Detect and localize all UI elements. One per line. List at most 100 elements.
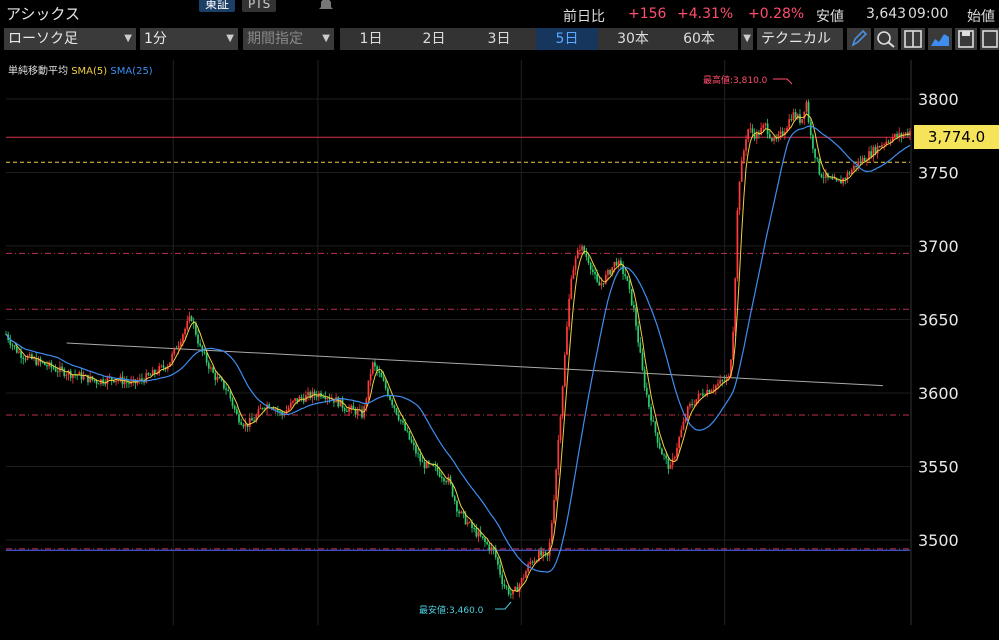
candle-body	[667, 458, 670, 469]
y-tick-label: 3500	[918, 531, 959, 550]
candle-body	[779, 131, 782, 135]
candle-body	[391, 399, 394, 406]
range-more-button[interactable]: ▼	[741, 28, 753, 50]
candle-body	[591, 269, 594, 272]
candle-body	[820, 174, 823, 178]
chart-type-select[interactable]: ローソク足 ▼	[4, 28, 136, 50]
split-window-icon[interactable]	[901, 28, 925, 50]
layout-icon[interactable]	[980, 28, 999, 50]
candle-body	[177, 345, 180, 350]
candle-body	[203, 351, 206, 353]
stock-name: アシックス	[6, 5, 80, 23]
candle-body	[477, 531, 480, 537]
candle-body	[218, 376, 221, 379]
candle-body	[740, 160, 743, 182]
candle-body	[251, 418, 253, 421]
indicator-legend: 単純移動平均 SMA(5) SMA(25)	[8, 62, 153, 77]
save-icon[interactable]	[955, 28, 977, 50]
candle-body	[147, 373, 150, 375]
candle-body	[393, 405, 396, 409]
interval-select[interactable]: 1分 ▼	[140, 28, 238, 50]
candle-body	[632, 305, 635, 308]
candle-body	[764, 123, 767, 126]
range-60bars[interactable]: 60本	[666, 28, 732, 50]
candle-body	[755, 132, 758, 139]
candle-body	[378, 371, 381, 373]
candle-body	[816, 157, 819, 159]
candle-body	[22, 357, 25, 359]
price-chart[interactable]: 3500 3550 3600 3650 3700 3750 3800 最高値:3,810.0 最…	[0, 53, 999, 636]
range-5d[interactable]: 5日	[536, 28, 598, 50]
candle-body	[566, 326, 568, 355]
candle-body	[248, 418, 251, 427]
candle-body	[443, 478, 445, 482]
candle-body	[883, 144, 885, 146]
candle-body	[233, 405, 236, 410]
candle-body	[531, 561, 534, 563]
candle-body	[643, 369, 646, 388]
current-price-tag: 3,774.0	[914, 125, 999, 149]
chevron-down-icon: ▼	[226, 33, 234, 44]
candle-body	[212, 367, 214, 373]
candle-body	[52, 367, 55, 369]
candle-body	[240, 422, 243, 425]
candle-body	[648, 394, 650, 407]
candle-body	[615, 261, 618, 266]
candle-body	[747, 129, 750, 140]
y-tick-label: 3700	[918, 237, 959, 256]
candle-body	[28, 354, 31, 357]
candle-body	[574, 258, 577, 270]
candle-body	[680, 429, 683, 438]
candle-body	[473, 527, 476, 529]
pencil-icon[interactable]	[847, 28, 871, 50]
candle-body	[352, 405, 355, 409]
candle-body	[581, 246, 583, 250]
candle-body	[402, 420, 404, 423]
candle-body	[613, 261, 616, 268]
candle-body	[630, 288, 633, 306]
zoom-icon[interactable]	[874, 28, 898, 50]
candle-body	[423, 461, 426, 469]
period-select[interactable]: 期間指定 ▼	[243, 28, 334, 50]
candle-body	[13, 345, 16, 347]
candle-body	[408, 431, 411, 440]
candle-body	[486, 542, 488, 545]
candle-body	[822, 177, 825, 178]
candle-body	[870, 151, 873, 157]
candle-body	[833, 178, 836, 180]
candle-body	[188, 316, 191, 322]
candle-body	[46, 365, 48, 367]
candle-body	[503, 584, 506, 587]
bell-icon[interactable]	[317, 0, 335, 12]
candle-body	[624, 274, 627, 276]
candle-body	[790, 119, 793, 121]
candle-body	[814, 148, 816, 158]
candle-body	[781, 131, 784, 136]
candle-body	[863, 157, 866, 162]
chart-canvas[interactable]: 3500 3550 3600 3650 3700 3750 3800 最高値:3,810.0 最…	[0, 53, 999, 636]
area-chart-icon[interactable]	[928, 28, 952, 50]
candle-body	[525, 571, 527, 578]
range-3d[interactable]: 3日	[466, 28, 532, 50]
candle-body	[190, 316, 193, 322]
candle-body	[734, 278, 737, 332]
candle-body	[637, 326, 640, 343]
candle-body	[859, 161, 862, 163]
candle-body	[346, 410, 348, 412]
candle-body	[579, 249, 581, 251]
candle-body	[568, 298, 570, 327]
candle-body	[371, 362, 374, 374]
candle-body	[656, 432, 659, 443]
candle-body	[460, 511, 463, 514]
candle-body	[397, 414, 400, 420]
candle-body	[505, 586, 508, 588]
tab-tse[interactable]: 東証	[199, 0, 236, 12]
technical-button[interactable]: テクニカル	[757, 28, 843, 50]
range-30bars[interactable]: 30本	[602, 28, 664, 50]
range-1d[interactable]: 1日	[340, 28, 402, 50]
tab-pts[interactable]: PTS	[242, 0, 277, 12]
candle-body	[542, 551, 545, 556]
range-2d[interactable]: 2日	[402, 28, 466, 50]
candle-body	[274, 408, 277, 410]
candle-body	[404, 422, 407, 431]
